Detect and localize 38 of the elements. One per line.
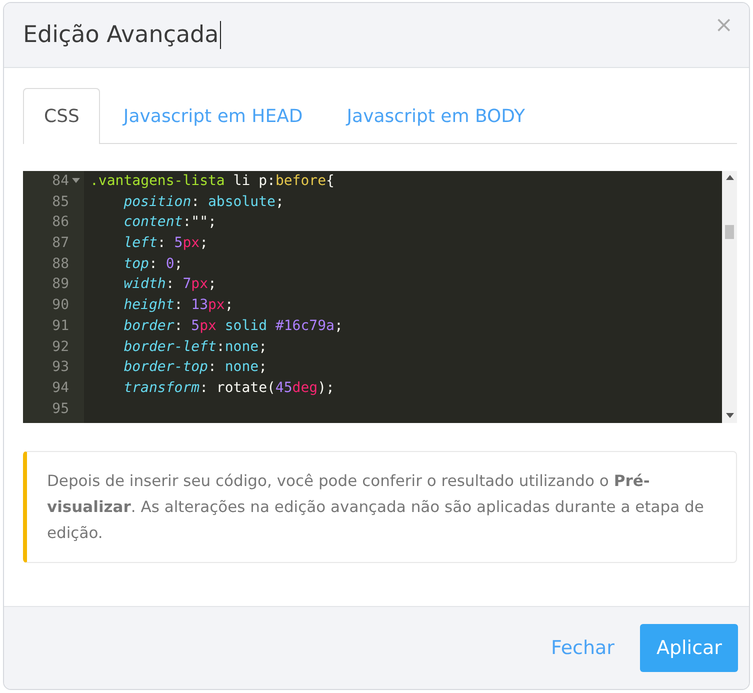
tab[interactable]: CSS [23, 88, 100, 144]
line-number: 91 [52, 316, 69, 336]
code-line: width: 7px; [124, 276, 216, 292]
scrollbar[interactable] [722, 171, 737, 423]
close-button[interactable]: × [712, 13, 735, 38]
code-editor[interactable] [23, 171, 737, 423]
code-line: transform: rotate(45deg); [124, 380, 334, 396]
close-link-button[interactable]: Fechar [534, 624, 630, 672]
code-line: left: 5px; [124, 235, 208, 252]
line-number: 89 [52, 275, 69, 294]
code-line: border-left:none; [124, 338, 268, 354]
line-number: 90 [52, 296, 69, 316]
line-number: 87 [52, 234, 69, 254]
scroll-down-icon[interactable] [726, 413, 734, 419]
fold-arrow-icon[interactable] [72, 178, 80, 184]
notice-text: Depois de inserir seu código, você pode conferir o resultado utilizando o Pré-visualizar. As alterações na edição avançada não são aplicadas durante a etapa de edição. [47, 471, 705, 544]
line-number: 93 [52, 358, 69, 378]
code-line: height: 13px; [124, 297, 234, 314]
code-line: border-top: none; [124, 359, 268, 376]
line-number: 94 [52, 378, 69, 398]
line-number: 84 [52, 172, 69, 191]
text-cursor [220, 21, 221, 49]
code-line: border: 5px solid #16c79a; [124, 318, 343, 334]
line-number: 86 [52, 213, 69, 232]
code-line: .vantagens-lista li p:before{ [90, 173, 334, 189]
tab[interactable]: Javascript em BODY [326, 88, 546, 144]
scroll-thumb[interactable] [725, 225, 734, 239]
code-line: content:""; [124, 214, 216, 230]
code-line: position: absolute; [124, 194, 284, 210]
line-number: 95 [52, 400, 69, 419]
dialog-title: Edição Avançada [23, 22, 219, 48]
scroll-up-icon[interactable] [726, 175, 734, 181]
line-number: 92 [52, 338, 69, 356]
line-number: 88 [52, 254, 69, 274]
code-line: top: 0; [124, 256, 183, 272]
line-number: 85 [52, 192, 69, 212]
apply-button[interactable]: Aplicar [640, 624, 738, 672]
tab[interactable]: Javascript em HEAD [102, 88, 324, 144]
